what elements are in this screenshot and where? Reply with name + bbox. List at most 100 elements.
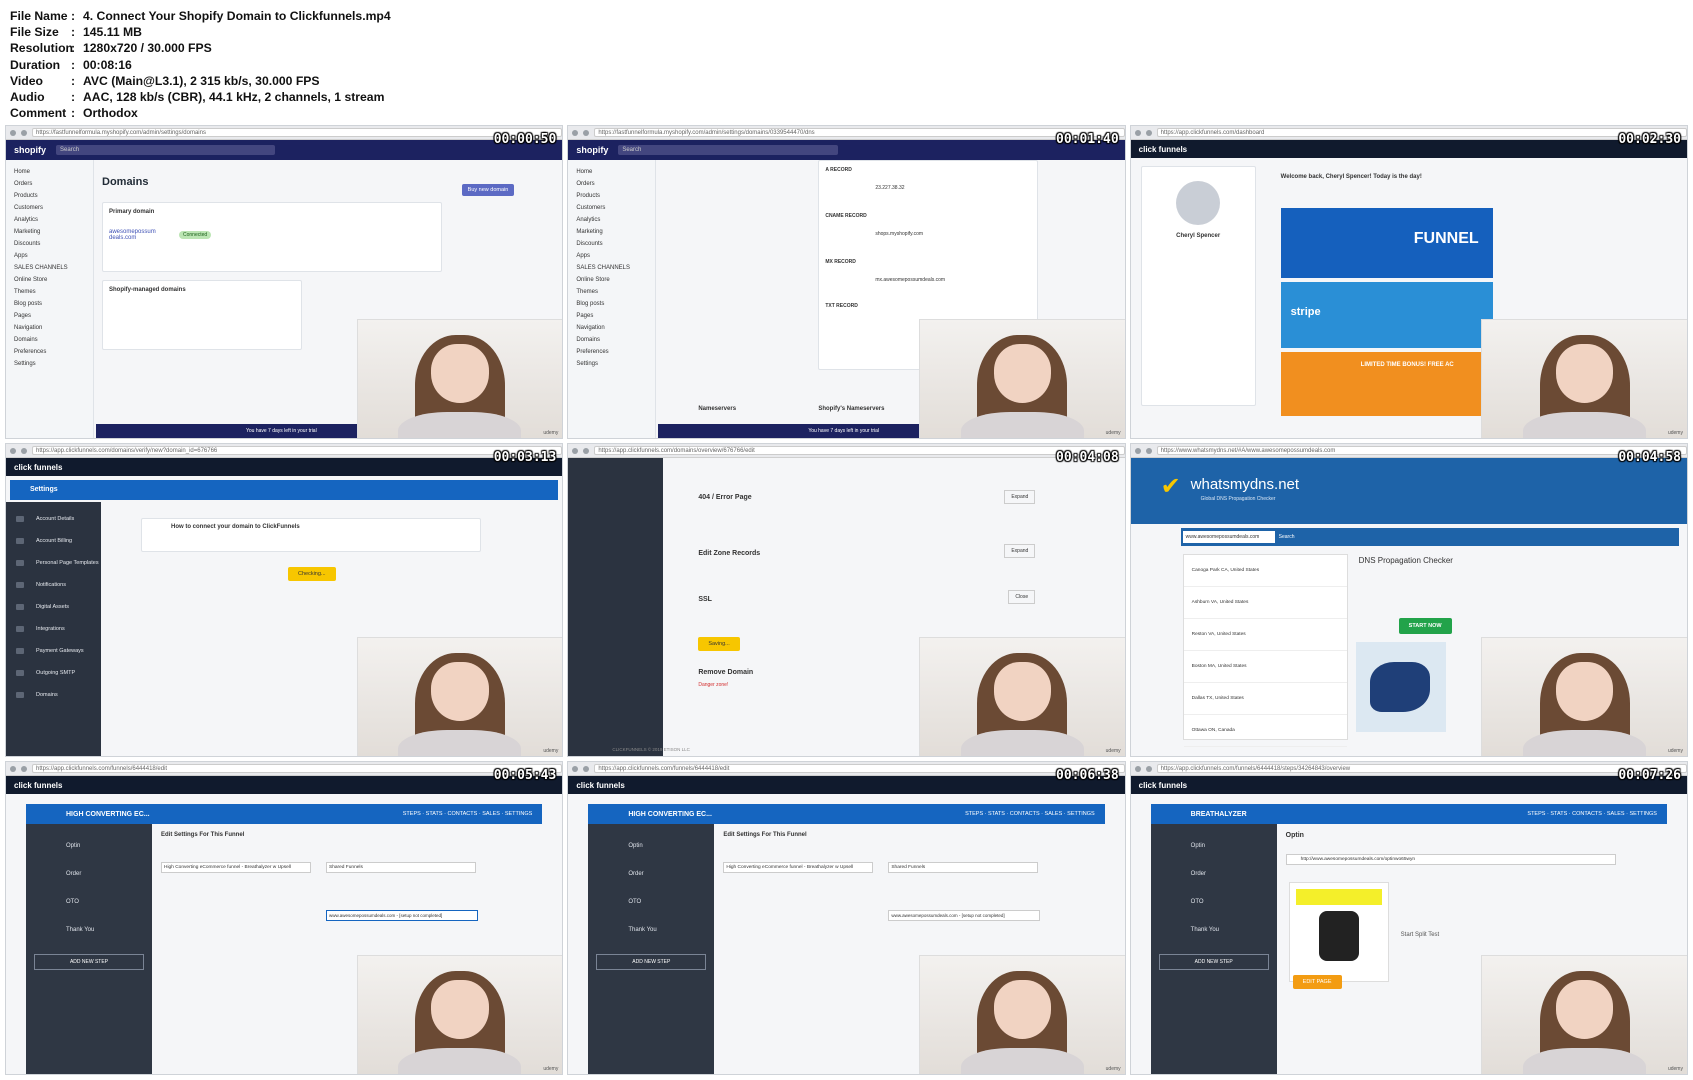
sidebar-item[interactable]: Products <box>14 190 85 202</box>
sidebar-item[interactable]: Analytics <box>14 214 85 226</box>
settings-menu-item[interactable]: Account Billing <box>6 530 101 552</box>
group-tag-input[interactable]: Shared Funnels <box>326 862 476 873</box>
page-url-input[interactable]: http://www.awesomepossumdeals.com/optinw… <box>1285 854 1616 865</box>
address-bar[interactable]: https://app.clickfunnels.com/domains/ove… <box>594 446 1125 455</box>
back-icon[interactable] <box>10 765 16 772</box>
sidebar-item[interactable]: Customers <box>576 202 647 214</box>
funnel-step-item[interactable]: Thank You <box>588 916 714 944</box>
address-bar[interactable]: https://www.whatsmydns.net/#A/www.awesom… <box>1156 446 1687 455</box>
funnel-step-item[interactable]: Order <box>1151 860 1277 888</box>
address-bar[interactable]: https://app.clickfunnels.com/funnels/644… <box>32 764 563 773</box>
funnel-name-input[interactable]: High Converting eCommerce funnel - Breat… <box>161 862 311 873</box>
sidebar-item[interactable]: Home <box>14 166 85 178</box>
bonus-banner[interactable]: LIMITED TIME BONUS! FREE AC <box>1280 352 1493 416</box>
sidebar-item[interactable]: Pages <box>14 310 85 322</box>
sidebar-item[interactable]: Products <box>576 190 647 202</box>
back-icon[interactable] <box>1134 765 1141 772</box>
back-icon[interactable] <box>1134 447 1141 454</box>
funnel-step-item[interactable]: OTO <box>26 888 152 916</box>
back-icon[interactable] <box>10 129 16 136</box>
settings-menu-item[interactable]: Integrations <box>6 618 101 640</box>
domain-link[interactable]: awesomepossum deals.com <box>109 229 159 241</box>
funnel-step-item[interactable]: Optin <box>588 832 714 860</box>
sidebar-item[interactable]: Customers <box>14 202 85 214</box>
settings-menu-item[interactable]: Outgoing SMTP <box>6 662 101 684</box>
back-icon[interactable] <box>1134 129 1141 136</box>
funnel-step-item[interactable]: Thank You <box>26 916 152 944</box>
sidebar-item[interactable]: Navigation <box>14 322 85 334</box>
funnel-step-item[interactable]: Order <box>26 860 152 888</box>
funnel-tabs[interactable]: STEPS · STATS · CONTACTS · SALES · SETTI… <box>1527 811 1667 817</box>
funnel-tabs[interactable]: STEPS · STATS · CONTACTS · SALES · SETTI… <box>403 811 543 817</box>
start-now-button[interactable]: START NOW <box>1398 618 1452 634</box>
back-icon[interactable] <box>572 129 579 136</box>
expand-button[interactable]: Expand <box>1004 490 1036 504</box>
funnel-step-item[interactable]: Optin <box>26 832 152 860</box>
sidebar-item[interactable]: Online Store <box>576 274 647 286</box>
funnel-banner[interactable]: FUNNEL <box>1280 208 1493 278</box>
sidebar-item[interactable]: Apps <box>14 250 85 262</box>
sidebar-item[interactable]: Blog posts <box>14 298 85 310</box>
back-icon[interactable] <box>572 447 579 454</box>
reload-icon[interactable] <box>21 129 27 136</box>
group-tag-input[interactable]: Shared Funnels <box>888 862 1039 873</box>
domain-select[interactable]: www.awesomepossumdeals.com - [setup not … <box>326 910 478 921</box>
sidebar-item[interactable]: Marketing <box>576 226 647 238</box>
sidebar-item[interactable]: Marketing <box>14 226 85 238</box>
sidebar-item[interactable]: Domains <box>14 334 85 346</box>
buy-domain-button[interactable]: Buy new domain <box>461 184 515 196</box>
back-icon[interactable] <box>10 447 16 454</box>
funnel-step-item[interactable]: OTO <box>588 888 714 916</box>
settings-menu-item[interactable]: Payment Gateways <box>6 640 101 662</box>
domain-select[interactable]: www.awesomepossumdeals.com - [setup not … <box>888 910 1041 921</box>
sidebar-item[interactable]: Orders <box>576 178 647 190</box>
sidebar-item[interactable]: Pages <box>576 310 647 322</box>
reload-icon[interactable] <box>21 447 27 454</box>
sidebar-item[interactable]: Preferences <box>576 346 647 358</box>
sidebar-item[interactable]: Themes <box>576 286 647 298</box>
add-step-button[interactable]: ADD NEW STEP <box>1158 954 1269 970</box>
expand-zone-button[interactable]: Expand <box>1004 544 1036 558</box>
reload-icon[interactable] <box>583 129 590 136</box>
address-bar[interactable]: https://app.clickfunnels.com/funnels/644… <box>1156 764 1687 773</box>
settings-menu-item[interactable]: Personal Page Templates <box>6 552 101 574</box>
edit-page-button[interactable]: EDIT PAGE <box>1292 975 1342 989</box>
close-button[interactable]: Close <box>1008 590 1036 604</box>
search-button[interactable]: Search <box>1279 534 1295 540</box>
add-step-button[interactable]: ADD NEW STEP <box>596 954 707 970</box>
settings-menu-item[interactable]: Domains <box>6 684 101 706</box>
sidebar-item[interactable]: Themes <box>14 286 85 298</box>
sidebar-item[interactable]: Discounts <box>576 238 647 250</box>
sidebar-item[interactable]: SALES CHANNELS <box>576 262 647 274</box>
funnel-step-item[interactable]: Thank You <box>1151 916 1277 944</box>
funnel-tabs[interactable]: STEPS · STATS · CONTACTS · SALES · SETTI… <box>965 811 1105 817</box>
danger-zone-link[interactable]: Danger zone! <box>698 682 728 688</box>
address-bar[interactable]: https://fastfunnelformula.myshopify.com/… <box>32 128 563 137</box>
sidebar-item[interactable]: Online Store <box>14 274 85 286</box>
reload-icon[interactable] <box>583 447 590 454</box>
reload-icon[interactable] <box>1145 129 1152 136</box>
funnel-step-item[interactable]: OTO <box>1151 888 1277 916</box>
reload-icon[interactable] <box>21 765 27 772</box>
settings-menu-item[interactable]: Digital Assets <box>6 596 101 618</box>
sidebar-item[interactable]: Navigation <box>576 322 647 334</box>
funnel-step-item[interactable]: Order <box>588 860 714 888</box>
sidebar-item[interactable]: Settings <box>576 358 647 370</box>
address-bar[interactable]: https://app.clickfunnels.com/funnels/644… <box>594 764 1125 773</box>
sidebar-item[interactable]: Domains <box>576 334 647 346</box>
sidebar-item[interactable]: Preferences <box>14 346 85 358</box>
search-input[interactable]: Search <box>618 145 838 155</box>
checking-button[interactable]: Checking... <box>288 567 336 581</box>
reload-icon[interactable] <box>583 765 590 772</box>
back-icon[interactable] <box>572 765 579 772</box>
sidebar-item[interactable]: Blog posts <box>576 298 647 310</box>
funnel-name-input[interactable]: High Converting eCommerce funnel - Breat… <box>723 862 874 873</box>
sidebar-item[interactable]: Discounts <box>14 238 85 250</box>
address-bar[interactable]: https://app.clickfunnels.com/domains/ver… <box>32 446 563 455</box>
settings-menu-item[interactable]: Notifications <box>6 574 101 596</box>
reload-icon[interactable] <box>1145 765 1152 772</box>
search-input[interactable]: Search <box>56 145 276 155</box>
stripe-banner[interactable]: stripe <box>1280 282 1493 348</box>
sidebar-item[interactable]: Home <box>576 166 647 178</box>
address-bar[interactable]: https://fastfunnelformula.myshopify.com/… <box>594 128 1125 137</box>
